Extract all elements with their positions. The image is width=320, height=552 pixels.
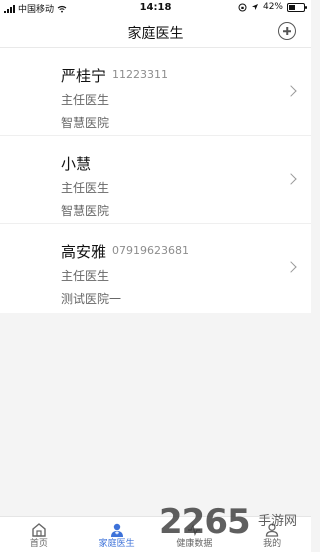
tab-bar: 首页 家庭医生 健康数据 我的: [0, 516, 311, 552]
status-right: 42%: [238, 2, 307, 12]
tab-family-doctor[interactable]: 家庭医生: [78, 517, 156, 552]
chevron-right-icon: [285, 173, 297, 185]
lock-rotation-icon: [238, 3, 247, 11]
tab-label: 首页: [29, 539, 48, 549]
status-bar: 中国移动 14:18 42%: [0, 0, 311, 16]
doctor-name: 小慧: [61, 155, 92, 173]
tab-profile[interactable]: 我的: [233, 517, 311, 552]
doctor-name: 严桂宁: [61, 67, 107, 85]
doctor-hospital: 智慧医院: [61, 116, 110, 130]
doctor-title: 主任医生: [61, 93, 110, 107]
location-icon: [251, 4, 258, 10]
battery-fill: [289, 4, 295, 10]
doctor-card[interactable]: 高安雅 07919623681 主任医生 测试医院一: [0, 224, 311, 312]
chevron-right-icon: [285, 85, 297, 97]
doctor-phone: 07919623681: [112, 244, 189, 257]
add-doctor-button[interactable]: [278, 22, 296, 40]
tab-label: 我的: [263, 539, 282, 549]
tab-home[interactable]: 首页: [0, 517, 78, 552]
doctor-card[interactable]: 小慧 主任医生 智慧医院: [0, 136, 311, 224]
battery-icon: [287, 2, 307, 12]
tab-health-data[interactable]: 健康数据: [156, 517, 234, 552]
doctor-title: 主任医生: [61, 181, 110, 195]
battery-percent: 42%: [262, 2, 283, 12]
doctor-list: 严桂宁 11223311 主任医生 智慧医院 小慧 主任医生 智慧医院 高安雅 …: [0, 48, 311, 313]
doctor-name: 高安雅: [61, 243, 107, 261]
tab-label: 家庭医生: [98, 539, 135, 549]
doctor-hospital: 测试医院一: [61, 292, 122, 306]
doctor-card[interactable]: 严桂宁 11223311 主任医生 智慧医院: [0, 48, 311, 136]
page-title: 家庭医生: [127, 26, 184, 42]
doctor-title: 主任医生: [61, 269, 110, 283]
navbar: 家庭医生: [0, 16, 311, 48]
chevron-right-icon: [285, 261, 297, 273]
tab-label: 健康数据: [176, 539, 213, 549]
doctor-phone: 11223311: [112, 68, 168, 81]
doctor-hospital: 智慧医院: [61, 204, 110, 218]
